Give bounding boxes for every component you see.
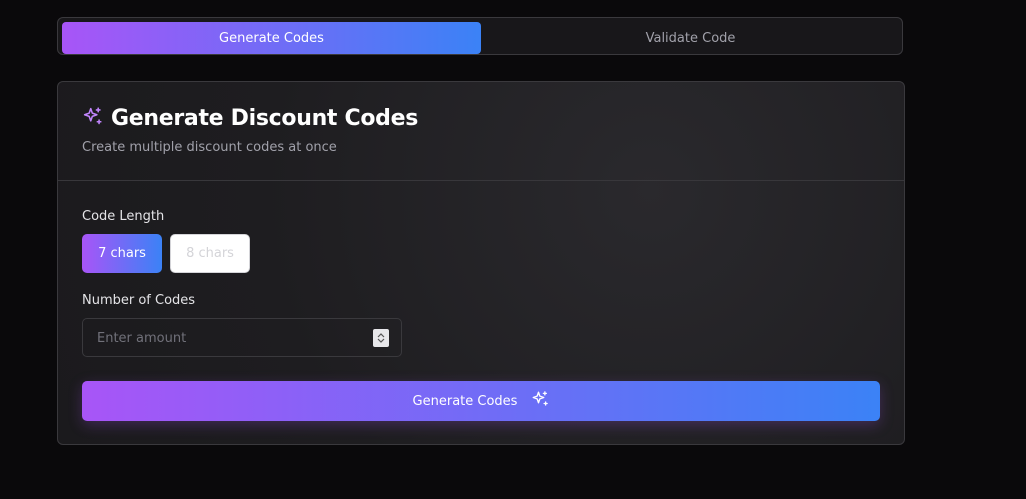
code-length-label: Code Length [82,209,165,224]
length-option-7-chars[interactable]: 7 chars [82,234,162,273]
number-of-codes-field [82,318,402,358]
card-subtitle: Create multiple discount codes at once [82,140,337,155]
chevron-down-icon[interactable] [377,338,385,344]
number-of-codes-input[interactable] [95,319,369,358]
sparkles-icon [82,106,103,131]
card-title: Generate Discount Codes [111,106,419,131]
generate-button-label: Generate Codes [412,393,518,409]
tab-validate-code[interactable]: Validate Code [481,22,900,54]
generate-codes-button[interactable]: Generate Codes [82,381,880,421]
card-header: Generate Discount Codes Create multiple … [58,82,904,181]
tab-generate-codes[interactable]: Generate Codes [62,22,481,54]
generate-codes-card: Generate Discount Codes Create multiple … [57,81,905,445]
title-row: Generate Discount Codes [82,106,418,131]
number-of-codes-label: Number of Codes [82,293,196,308]
tab-bar: Generate Codes Validate Code [57,17,903,55]
sparkles-icon [531,390,549,412]
length-option-8-chars[interactable]: 8 chars [170,234,250,273]
number-stepper[interactable] [373,329,389,347]
